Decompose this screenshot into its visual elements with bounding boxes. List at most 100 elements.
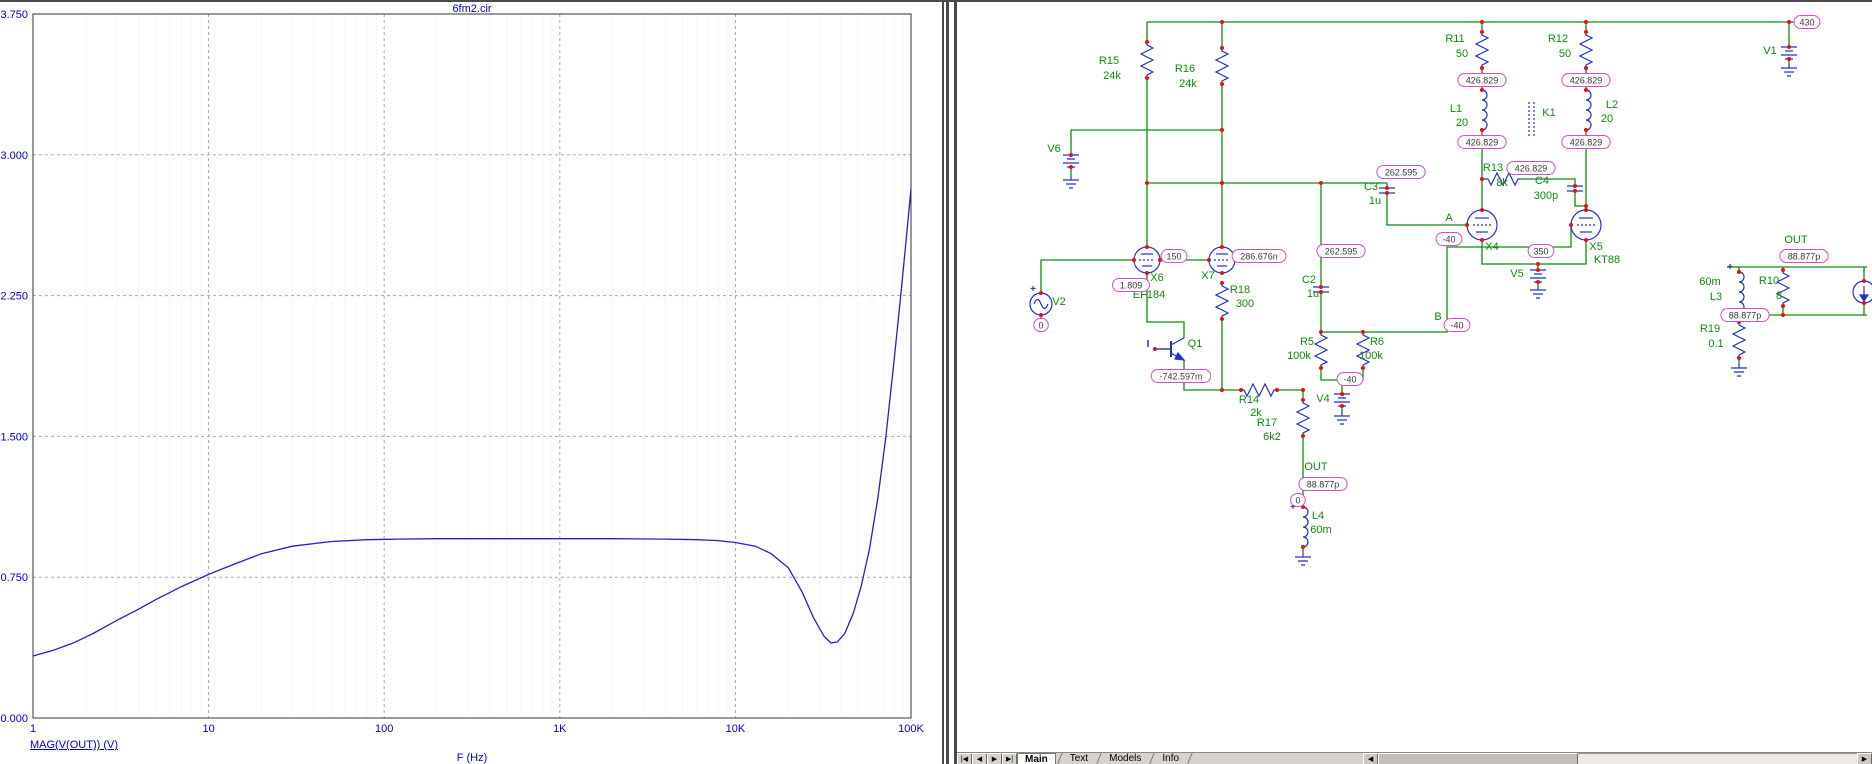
component-label: KT88 xyxy=(1594,254,1620,266)
wire-net[interactable] xyxy=(1040,21,1867,553)
svg-text:426.829: 426.829 xyxy=(1466,76,1499,86)
component-label: L3 xyxy=(1710,291,1722,303)
next-page-icon[interactable]: ▶ xyxy=(987,753,1002,764)
tube-x6-ef184[interactable] xyxy=(1133,246,1161,274)
resistor-r5[interactable] xyxy=(1314,331,1328,369)
resistor-r12[interactable] xyxy=(1579,31,1593,69)
component-label: C3 xyxy=(1364,181,1378,193)
svg-text:1.809: 1.809 xyxy=(1120,281,1143,291)
resistor-r18[interactable] xyxy=(1215,282,1229,320)
svg-text:100K: 100K xyxy=(898,723,924,735)
inductor-l1[interactable] xyxy=(1481,89,1488,131)
scroll-left-icon[interactable]: ◀ xyxy=(1363,753,1379,764)
component-label: Q1 xyxy=(1188,338,1203,350)
component-label: R6 xyxy=(1370,336,1384,348)
node-value-badge: -742.597m xyxy=(1150,369,1212,383)
scrollbar-track[interactable] xyxy=(1578,753,1857,764)
transformer-k1-coupling[interactable] xyxy=(1528,102,1535,136)
svg-text:3.000: 3.000 xyxy=(0,150,28,162)
horizontal-scrollbar[interactable]: ◀ ▶ xyxy=(1363,753,1872,764)
tab-main[interactable]: Main xyxy=(1017,753,1056,764)
component-label: + xyxy=(1030,284,1036,295)
component-label: 50 xyxy=(1559,48,1571,60)
component-label: R18 xyxy=(1230,284,1250,296)
component-label: 60m xyxy=(1310,524,1331,536)
source-v2[interactable] xyxy=(1029,292,1053,316)
page-nav-buttons: |◀ ◀ ▶ ▶| xyxy=(957,753,1017,764)
component-label: 8k xyxy=(1496,177,1508,189)
svg-text:1: 1 xyxy=(30,723,36,735)
component-label: L2 xyxy=(1606,99,1618,111)
svg-text:286.676n: 286.676n xyxy=(1240,252,1278,262)
node-value-badge: 426.829 xyxy=(1561,73,1611,87)
component-label: V5 xyxy=(1510,268,1523,280)
transistor-q1[interactable] xyxy=(1155,337,1186,361)
component-label: 1u xyxy=(1369,195,1381,207)
component-label: 24k xyxy=(1179,78,1197,90)
component-label: R13 xyxy=(1483,162,1503,174)
component-label: V2 xyxy=(1052,296,1065,308)
resistor-r19[interactable] xyxy=(1732,321,1746,359)
tab-bar-spacer xyxy=(1193,753,1363,764)
prev-page-icon[interactable]: ◀ xyxy=(972,753,987,764)
svg-text:100: 100 xyxy=(375,723,393,735)
svg-text:2.250: 2.250 xyxy=(0,291,28,303)
svg-text:1K: 1K xyxy=(553,723,567,735)
node-value-badge: 88.877p xyxy=(1779,249,1829,263)
tube-x5-kt88[interactable] xyxy=(1570,209,1602,241)
component-label: C2 xyxy=(1302,274,1316,286)
inductor-l2[interactable] xyxy=(1585,89,1592,131)
component-label: 0.1 xyxy=(1708,338,1723,350)
arrow-down-icon xyxy=(1858,294,1870,303)
svg-text:430: 430 xyxy=(1799,18,1814,28)
component-label: R12 xyxy=(1548,33,1568,45)
tab-divider xyxy=(1148,753,1156,764)
component-label: 20 xyxy=(1601,113,1613,125)
svg-text:88.877p: 88.877p xyxy=(1788,252,1821,262)
first-page-icon[interactable]: |◀ xyxy=(957,753,972,764)
svg-text:0: 0 xyxy=(1038,321,1043,331)
svg-text:426.829: 426.829 xyxy=(1570,76,1603,86)
plot-title: 6fm2.cir xyxy=(452,3,492,15)
ground-symbol xyxy=(1062,175,1080,189)
last-page-icon[interactable]: ▶| xyxy=(1002,753,1017,764)
sine-wave-icon xyxy=(1033,298,1049,310)
component-label: 100k xyxy=(1287,350,1311,362)
component-label: X5 xyxy=(1589,241,1602,253)
node-value-badge: 426.829 xyxy=(1561,135,1611,149)
tab-divider xyxy=(1056,753,1063,764)
tab-info[interactable]: Info xyxy=(1155,753,1186,764)
node-value-badge: 262.595 xyxy=(1376,165,1426,179)
svg-text:10K: 10K xyxy=(726,723,746,735)
component-label: R10 xyxy=(1759,275,1779,287)
scroll-right-icon[interactable]: ▶ xyxy=(1857,753,1872,764)
tab-divider xyxy=(1095,753,1102,764)
svg-text:-40: -40 xyxy=(1442,235,1455,245)
analysis-plot-window: 0.000 0.750 1.500 2.250 3.000 3.750 1 10 100 1K 10… xyxy=(0,2,944,764)
component-label: 6k2 xyxy=(1263,431,1281,443)
svg-text:262.595: 262.595 xyxy=(1385,168,1418,178)
scrollbar-thumb[interactable] xyxy=(1378,753,1579,764)
current-source[interactable] xyxy=(1852,280,1872,304)
window-splitter[interactable] xyxy=(946,2,957,764)
component-label: R19 xyxy=(1700,323,1720,335)
resistor-r11[interactable] xyxy=(1475,31,1489,69)
resistor-r17[interactable] xyxy=(1296,399,1310,437)
node-value-badge: 426.829 xyxy=(1457,73,1507,87)
svg-text:-742.597m: -742.597m xyxy=(1159,372,1202,382)
node-value-badges: 430 426.829 426.829 426.829 426.829 426.829 26… xyxy=(1033,15,1829,507)
inductor-l3[interactable] xyxy=(1738,271,1745,313)
tube-x4[interactable] xyxy=(1466,209,1498,241)
resistor-r16[interactable] xyxy=(1215,47,1229,85)
node-value-badge: 350 xyxy=(1527,244,1555,258)
inductor-l4[interactable] xyxy=(1302,506,1309,548)
signal-name-link[interactable]: MAG(V(OUT)) (V) xyxy=(30,739,118,751)
tab-text[interactable]: Text xyxy=(1063,753,1095,764)
x-axis-label: F (Hz) xyxy=(456,752,488,764)
ground-symbol xyxy=(1529,285,1547,299)
node-value-badge: 150 xyxy=(1160,249,1188,263)
svg-text:1.500: 1.500 xyxy=(0,431,28,443)
tab-models[interactable]: Models xyxy=(1102,753,1148,764)
resistor-r15[interactable] xyxy=(1140,41,1154,79)
svg-text:88.877p: 88.877p xyxy=(1307,480,1340,490)
